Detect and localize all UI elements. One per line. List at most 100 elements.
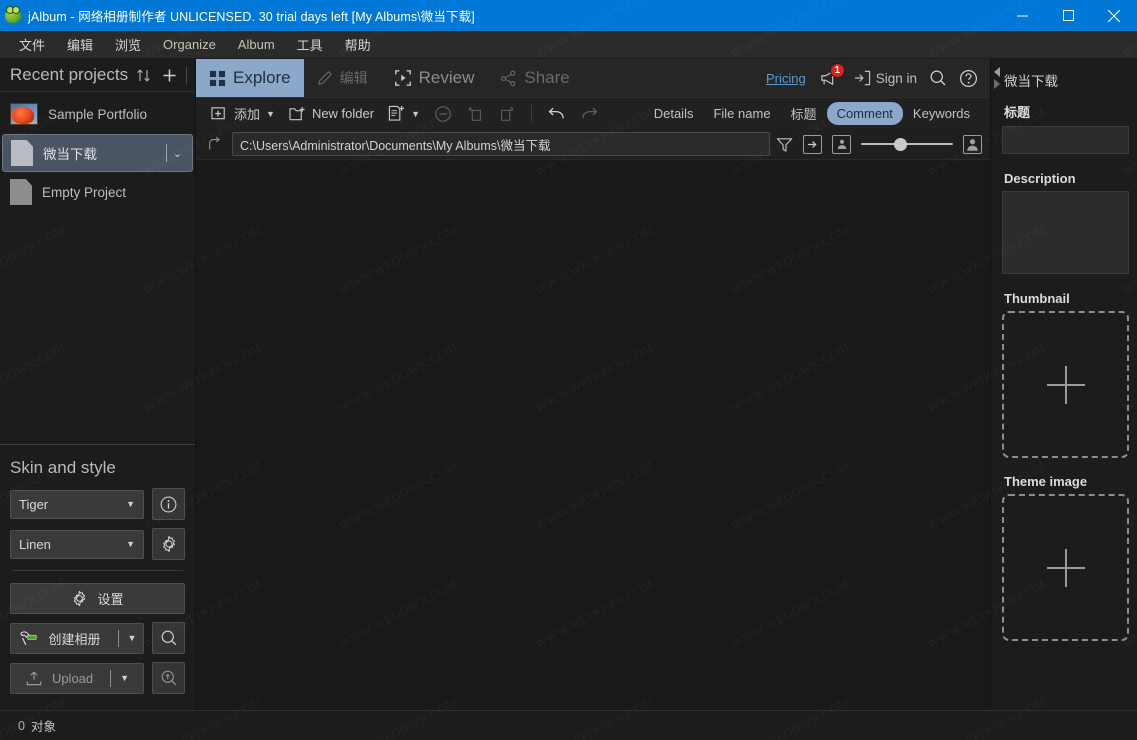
- small-thumbnail-icon[interactable]: [832, 134, 851, 154]
- path-bar: C:\Users\Administrator\Documents\My Albu…: [196, 129, 990, 159]
- filter-button[interactable]: [776, 136, 793, 153]
- path-value: C:\Users\Administrator\Documents\My Albu…: [240, 138, 551, 153]
- new-page-icon: [388, 105, 405, 121]
- rotate-right-button[interactable]: [491, 101, 523, 127]
- skin-select-value: Tiger: [19, 496, 49, 512]
- object-count: 0: [18, 718, 25, 733]
- project-list: Sample Portfolio 微当下载 ⌄ Empty Project: [0, 91, 195, 445]
- menu-file[interactable]: 文件: [8, 31, 56, 58]
- make-album-row: 创建相册 ▼: [10, 622, 185, 654]
- thumbnail-dropzone[interactable]: [1002, 311, 1129, 458]
- add-project-icon[interactable]: [158, 64, 180, 86]
- search-button[interactable]: [929, 69, 947, 87]
- add-button[interactable]: 添加 ▼: [204, 101, 282, 127]
- pricing-link[interactable]: Pricing: [766, 71, 806, 86]
- chevron-down-icon[interactable]: ▼: [120, 673, 129, 683]
- tab-edit-label: 编辑: [339, 70, 368, 86]
- style-select[interactable]: Linen ▼: [10, 529, 144, 559]
- toolbar-divider: [531, 104, 532, 123]
- meta-tab-keywords[interactable]: Keywords: [903, 102, 980, 125]
- collapse-right-icon[interactable]: [993, 79, 1000, 89]
- path-input[interactable]: C:\Users\Administrator\Documents\My Albu…: [232, 132, 770, 156]
- theme-image-dropzone[interactable]: [1002, 494, 1129, 641]
- skin-and-style-title: Skin and style: [10, 458, 116, 477]
- list-item[interactable]: 微当下载 ⌄: [2, 134, 193, 172]
- maximize-button[interactable]: [1045, 0, 1091, 31]
- menu-edit[interactable]: 编辑: [56, 31, 104, 58]
- help-button[interactable]: [959, 69, 978, 88]
- slider-knob[interactable]: [894, 137, 908, 151]
- go-up-button[interactable]: [204, 136, 226, 152]
- magnifier-icon: [161, 630, 176, 646]
- meta-tab-details[interactable]: Details: [644, 102, 704, 125]
- upload-preview-button[interactable]: [152, 662, 185, 694]
- path-bar-actions: [776, 134, 982, 154]
- announcement-badge: 1: [829, 63, 845, 78]
- sign-in-button[interactable]: Sign in: [854, 70, 917, 86]
- skin-select[interactable]: Tiger ▼: [10, 489, 144, 519]
- explore-canvas[interactable]: [196, 159, 990, 710]
- grid-icon: [209, 70, 226, 86]
- menu-help[interactable]: 帮助: [334, 31, 382, 58]
- review-frame-icon: [394, 70, 411, 86]
- redo-button[interactable]: [573, 101, 606, 127]
- redo-icon: [582, 107, 598, 119]
- skin-info-button[interactable]: [152, 488, 185, 520]
- chevron-down-icon[interactable]: ⌄: [173, 147, 184, 160]
- chevron-down-icon[interactable]: ▼: [128, 633, 137, 643]
- tab-review[interactable]: Review: [381, 59, 488, 97]
- title-bar: jAlbum - 网络相册制作者 UNLICENSED. 30 trial da…: [0, 0, 1137, 31]
- tab-edit[interactable]: 编辑: [304, 59, 381, 97]
- rotate-left-button[interactable]: [459, 101, 491, 127]
- chevron-down-icon[interactable]: ▼: [411, 109, 420, 119]
- plus-icon: [1046, 365, 1085, 404]
- minimize-button[interactable]: [999, 0, 1045, 31]
- panel-collapse-rail: [991, 59, 1002, 710]
- preview-album-button[interactable]: [152, 622, 185, 654]
- style-settings-button[interactable]: [152, 528, 185, 560]
- announcement-button[interactable]: 1: [818, 63, 845, 89]
- new-folder-button[interactable]: New folder: [282, 101, 381, 127]
- menu-tools[interactable]: 工具: [286, 31, 334, 58]
- explore-toolbar: 添加 ▼ New folder ▼ Details File name 标题 C…: [196, 97, 990, 129]
- new-page-button[interactable]: ▼: [381, 101, 427, 127]
- remove-circle-icon: [435, 105, 451, 122]
- maximize-icon: [1062, 10, 1074, 21]
- list-item[interactable]: Sample Portfolio: [2, 95, 193, 133]
- remove-button[interactable]: [427, 101, 459, 127]
- tab-share[interactable]: Share: [487, 59, 582, 97]
- collapse-left-icon[interactable]: [993, 67, 1000, 77]
- magnifier-up-icon: [161, 670, 176, 686]
- description-input[interactable]: [1002, 191, 1129, 274]
- close-button[interactable]: [1091, 0, 1137, 31]
- menu-organize[interactable]: Organize: [152, 33, 227, 56]
- hammer-icon: [19, 630, 37, 645]
- menu-album[interactable]: Album: [227, 33, 286, 56]
- export-arrow-icon: [807, 140, 817, 148]
- undo-button[interactable]: [540, 101, 573, 127]
- make-album-button[interactable]: 创建相册 ▼: [10, 622, 144, 654]
- thumbnail-size-slider[interactable]: [861, 137, 953, 151]
- chevron-down-icon[interactable]: ▼: [266, 109, 275, 119]
- large-thumbnail-icon[interactable]: [963, 134, 982, 154]
- upload-button[interactable]: Upload ▼: [10, 662, 144, 694]
- title-input[interactable]: [1002, 126, 1129, 154]
- main-body: Recent projects Sample Portfolio 微当下载 ⌄ …: [0, 59, 1137, 710]
- object-count-label: 对象: [30, 720, 56, 734]
- tab-explore-label: Explore: [233, 68, 291, 87]
- settings-button[interactable]: 设置: [10, 583, 185, 614]
- sort-arrows-icon[interactable]: [132, 64, 154, 86]
- tab-explore[interactable]: Explore: [196, 59, 304, 97]
- minimize-icon: [1016, 15, 1028, 17]
- style-select-value: Linen: [19, 536, 51, 552]
- list-item[interactable]: Empty Project: [2, 173, 193, 211]
- recent-projects-header: Recent projects: [0, 59, 195, 91]
- meta-tab-comment[interactable]: Comment: [826, 102, 903, 125]
- meta-tab-title[interactable]: 标题: [781, 100, 827, 127]
- menu-browse[interactable]: 浏览: [104, 31, 152, 58]
- meta-tab-file-name[interactable]: File name: [703, 102, 780, 125]
- export-button[interactable]: [803, 134, 822, 154]
- tab-review-label: Review: [418, 68, 475, 87]
- thumbnail-label: Thumbnail: [1004, 291, 1070, 306]
- description-field-label: Description: [1004, 171, 1076, 186]
